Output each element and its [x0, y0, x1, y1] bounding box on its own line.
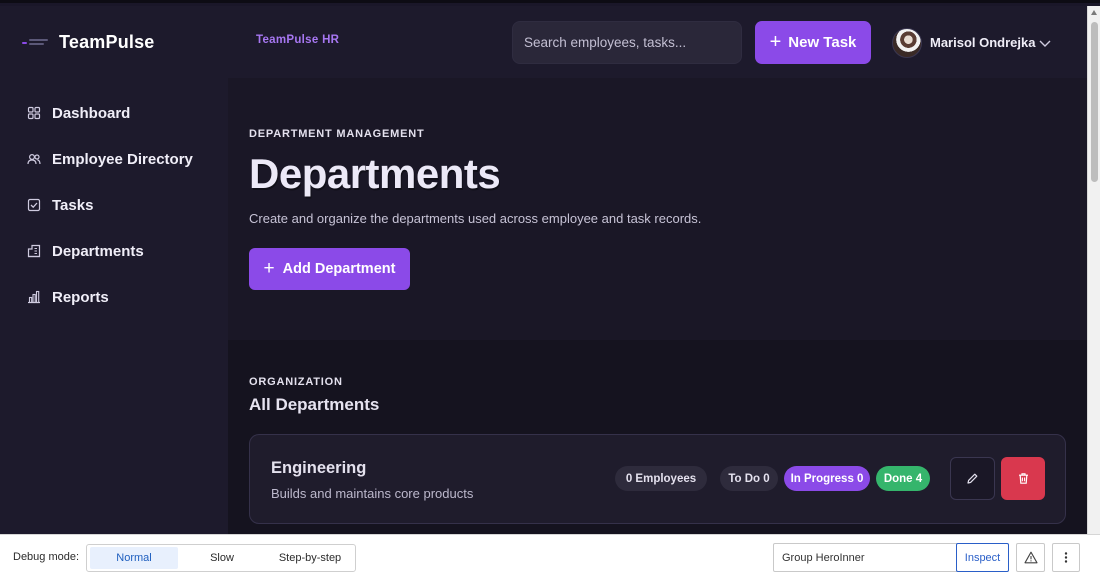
- group-input[interactable]: [774, 544, 954, 571]
- department-name: Engineering: [271, 459, 367, 477]
- sidebar-item-reports[interactable]: Reports: [0, 279, 228, 315]
- sidebar-item-departments[interactable]: Departments: [0, 233, 228, 269]
- plus-icon: +: [769, 30, 782, 53]
- page-description: Create and organize the departments used…: [249, 211, 702, 226]
- department-description: Builds and maintains core products: [271, 486, 474, 501]
- logo-icon: [22, 38, 48, 48]
- debug-mode-slow[interactable]: Slow: [178, 547, 266, 569]
- sidebar-item-tasks[interactable]: Tasks: [0, 187, 228, 223]
- building-icon: [27, 244, 41, 258]
- section-title: All Departments: [249, 395, 380, 414]
- warning-button[interactable]: [1016, 543, 1045, 572]
- todo-count-badge: To Do 0: [720, 466, 778, 491]
- user-name[interactable]: Marisol Ondrejka: [930, 35, 1035, 50]
- brand-name[interactable]: TeamPulse: [59, 32, 155, 53]
- debug-mode-normal[interactable]: Normal: [90, 547, 178, 569]
- edit-department-button[interactable]: [950, 457, 995, 500]
- sidebar-item-label: Dashboard: [52, 104, 131, 122]
- new-task-button[interactable]: + New Task: [755, 21, 871, 64]
- bar-chart-icon: [28, 290, 40, 304]
- top-header: TeamPulse TeamPulse HR + New Task Mariso…: [0, 6, 1087, 78]
- done-count-badge: Done 4: [876, 466, 930, 491]
- page-title: Departments: [249, 150, 501, 197]
- warning-icon: [1023, 551, 1038, 564]
- sidebar: Dashboard Employee Directory Tasks Depar…: [0, 78, 228, 534]
- new-task-label: New Task: [788, 34, 857, 51]
- search-input[interactable]: [513, 22, 741, 63]
- sidebar-item-label: Tasks: [52, 196, 94, 214]
- scrollbar-thumb[interactable]: [1091, 22, 1098, 182]
- sidebar-item-label: Reports: [52, 288, 109, 306]
- main-content: DEPARTMENT MANAGEMENT Departments Create…: [228, 78, 1087, 534]
- plus-icon: +: [263, 257, 275, 279]
- app-window: TeamPulse TeamPulse HR + New Task Mariso…: [0, 0, 1100, 579]
- employees-count-badge: 0 Employees: [615, 466, 707, 491]
- avatar[interactable]: [892, 28, 922, 58]
- debug-toolbar: Debug mode: Normal Slow Step-by-step Ins…: [0, 534, 1100, 579]
- more-options-button[interactable]: [1052, 543, 1080, 572]
- inspect-button[interactable]: Inspect: [956, 543, 1009, 572]
- in-progress-count-badge: In Progress 0: [784, 466, 870, 491]
- search-box[interactable]: [512, 21, 742, 64]
- sidebar-item-label: Departments: [52, 242, 144, 260]
- trash-icon: [1018, 473, 1028, 484]
- checkbox-icon: [27, 198, 41, 212]
- chevron-down-icon[interactable]: [1038, 36, 1052, 50]
- debug-mode-selector: Normal Slow Step-by-step: [86, 544, 356, 572]
- scroll-up-icon[interactable]: [1091, 10, 1097, 15]
- delete-department-button[interactable]: [1001, 457, 1045, 500]
- sidebar-item-employee-directory[interactable]: Employee Directory: [0, 141, 228, 177]
- grid-icon: [27, 106, 41, 120]
- debug-mode-step-by-step[interactable]: Step-by-step: [266, 547, 354, 569]
- hero-section: DEPARTMENT MANAGEMENT Departments Create…: [228, 78, 1087, 340]
- more-vertical-icon: [1064, 552, 1068, 563]
- debug-mode-label: Debug mode:: [13, 551, 80, 563]
- department-card: Engineering Builds and maintains core pr…: [249, 434, 1066, 524]
- hero-eyebrow: DEPARTMENT MANAGEMENT: [249, 128, 425, 140]
- vertical-scrollbar[interactable]: [1087, 6, 1100, 534]
- sidebar-item-dashboard[interactable]: Dashboard: [0, 95, 228, 131]
- sidebar-item-label: Employee Directory: [52, 150, 193, 168]
- add-department-button[interactable]: + Add Department: [249, 248, 410, 290]
- add-department-label: Add Department: [282, 261, 396, 277]
- pencil-icon: [967, 473, 978, 484]
- section-eyebrow: ORGANIZATION: [249, 376, 343, 388]
- users-icon: [27, 153, 41, 165]
- sub-brand: TeamPulse HR: [256, 34, 340, 46]
